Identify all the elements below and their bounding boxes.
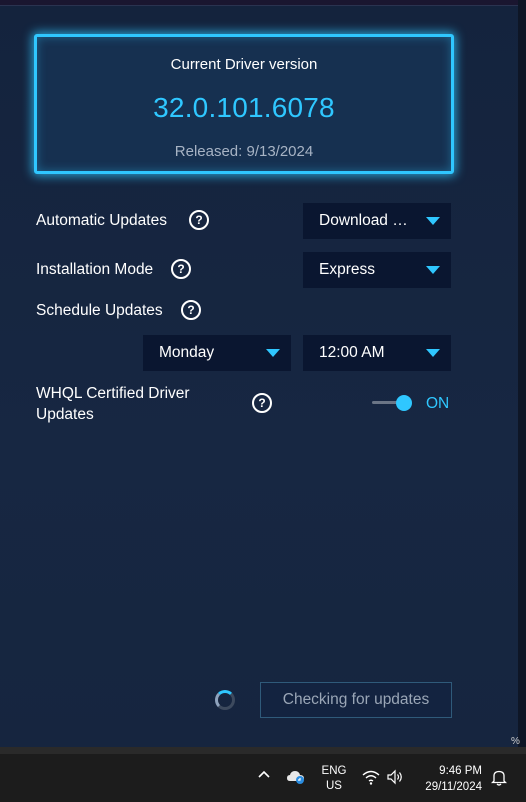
chevron-up-icon[interactable] [257, 768, 271, 785]
schedule-day-dropdown[interactable]: Monday [143, 335, 291, 371]
schedule-updates-label: Schedule Updates [36, 302, 163, 319]
whql-toggle-state: ON [426, 395, 450, 412]
loading-spinner-icon [215, 690, 235, 710]
checking-for-updates-button[interactable]: Checking for updates [260, 682, 452, 718]
installation-mode-label: Installation Mode [36, 261, 154, 278]
chevron-down-icon [266, 349, 280, 357]
chevron-down-icon [426, 266, 440, 274]
notification-bell-icon[interactable] [490, 769, 508, 789]
wifi-icon[interactable] [362, 769, 380, 788]
overflow-percent-text: % [511, 736, 520, 747]
automatic-updates-label: Automatic Updates [36, 212, 167, 229]
chevron-down-icon [426, 217, 440, 225]
chevron-down-icon [426, 349, 440, 357]
onedrive-cloud-icon[interactable] [286, 769, 306, 788]
driver-version-number: 32.0.101.6078 [153, 92, 335, 123]
automatic-updates-dropdown[interactable]: Download and install [303, 203, 451, 239]
language-indicator[interactable]: ENG US [316, 764, 352, 794]
whql-label: WHQL Certified Driver Updates [36, 385, 190, 423]
clock[interactable]: 9:46 PM 29/11/2024 [410, 763, 482, 795]
installation-mode-dropdown[interactable]: Express [303, 252, 451, 288]
schedule-time-value: 12:00 AM [319, 344, 385, 361]
driver-release-date: Released: 9/13/2024 [174, 143, 314, 160]
whql-toggle[interactable] [372, 393, 416, 413]
taskbar: ENG US 9:46 PM 29/11/2024 [0, 754, 526, 802]
driver-version-card: Current Driver version 32.0.101.6078 Rel… [34, 34, 454, 174]
installation-mode-value: Express [319, 261, 375, 278]
whql-help-icon[interactable]: ? [252, 393, 272, 413]
installation-mode-help-icon[interactable]: ? [171, 259, 191, 279]
region-code: US [326, 780, 342, 792]
schedule-day-value: Monday [159, 344, 215, 361]
clock-time: 9:46 PM [439, 765, 482, 777]
clock-date: 29/11/2024 [425, 781, 482, 793]
background-window-strip [0, 747, 526, 754]
automatic-updates-value: Download and install [319, 212, 409, 229]
automatic-updates-help-icon[interactable]: ? [189, 210, 209, 230]
driver-app-window: Current Driver version 32.0.101.6078 Rel… [0, 0, 518, 747]
driver-version-title: Current Driver version [170, 56, 318, 73]
window-top-strip [0, 0, 518, 6]
volume-icon[interactable] [386, 769, 404, 788]
schedule-updates-help-icon[interactable]: ? [181, 300, 201, 320]
toggle-knob [396, 395, 412, 411]
window-right-edge [518, 0, 526, 747]
schedule-time-dropdown[interactable]: 12:00 AM [303, 335, 451, 371]
language-code: ENG [321, 765, 347, 777]
